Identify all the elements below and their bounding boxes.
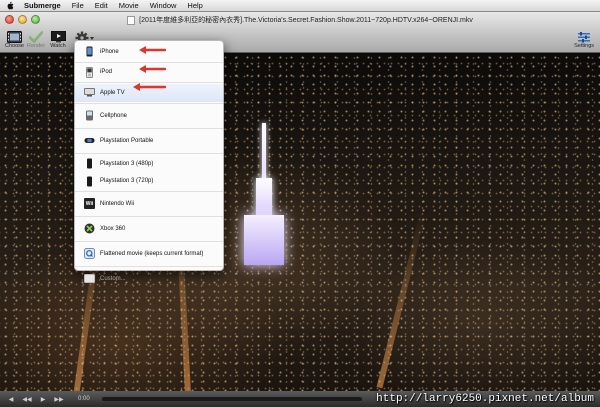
render-button[interactable]: Render xyxy=(27,30,45,49)
menu-item-label: Cellphone xyxy=(100,112,128,119)
menu-edit[interactable]: Edit xyxy=(95,1,108,10)
watch-button[interactable]: Watch xyxy=(50,30,66,49)
quicktime-icon xyxy=(84,248,95,260)
choose-button[interactable]: Choose xyxy=(5,30,24,49)
window-title-bar: [2011年度維多利亞的秘密內衣秀].The.Victoria's.Secret… xyxy=(0,12,600,28)
menu-separator xyxy=(75,190,223,192)
apple-logo-icon[interactable] xyxy=(6,1,14,10)
menu-item-psp[interactable]: Playstation Portable xyxy=(75,130,223,152)
mac-menu-bar: Submerge File Edit Movie Window Help xyxy=(0,0,600,12)
menu-file[interactable]: File xyxy=(72,1,84,10)
empire-state-building xyxy=(239,123,289,283)
psp-icon xyxy=(84,135,95,146)
menu-item-cellphone[interactable]: Cellphone xyxy=(75,105,223,127)
menu-item-flattened-movie[interactable]: Flattened movie (keeps current format) xyxy=(75,243,223,265)
menu-item-ps3-720p[interactable]: Playstation 3 (720p) xyxy=(75,172,223,190)
menu-app-submerge[interactable]: Submerge xyxy=(24,1,61,10)
menu-item-label: Flattened movie (keeps current format) xyxy=(100,250,204,257)
appletv-icon xyxy=(84,87,95,98)
minimize-window-button[interactable] xyxy=(18,15,27,24)
menu-help[interactable]: Help xyxy=(187,1,202,10)
rewind-button[interactable]: ◀◀ xyxy=(22,395,32,403)
menu-separator xyxy=(75,102,223,104)
menu-item-label: iPhone xyxy=(100,48,119,55)
ipod-icon xyxy=(84,66,95,78)
custom-icon xyxy=(84,273,95,284)
menu-movie[interactable]: Movie xyxy=(119,1,139,10)
watermark-url: http://larry6250.pixnet.net/album xyxy=(376,393,594,405)
menu-item-label: Apple TV xyxy=(100,89,125,96)
menu-item-custom[interactable]: Custom... xyxy=(75,268,223,290)
window-controls xyxy=(5,15,40,24)
render-label: Render xyxy=(27,43,46,49)
play-button[interactable]: ▶ xyxy=(38,395,48,403)
device-presets-menu: iPhone iPod Apple TV Cellphone Playstati… xyxy=(74,40,224,284)
menu-separator xyxy=(75,240,223,242)
menu-item-label: iPod xyxy=(100,69,113,76)
ps3-icon xyxy=(84,158,95,169)
menu-separator xyxy=(75,215,223,217)
annotation-arrow-iphone xyxy=(139,46,167,54)
timecode: 0:00 xyxy=(78,396,90,402)
document-proxy-icon[interactable] xyxy=(127,15,136,25)
cellphone-icon xyxy=(84,110,95,121)
annotation-arrow-ipod xyxy=(139,65,167,73)
volume-icon[interactable]: ◀ xyxy=(6,395,16,403)
menu-item-xbox-360[interactable]: Xbox 360 xyxy=(75,218,223,240)
sliders-icon xyxy=(576,30,592,43)
menu-item-label: Xbox 360 xyxy=(100,225,126,232)
xbox-icon xyxy=(84,223,95,234)
choose-label: Choose xyxy=(5,43,24,49)
playback-scrubber[interactable] xyxy=(101,397,362,401)
menu-item-ps3-480p[interactable]: Playstation 3 (480p) xyxy=(75,155,223,173)
close-window-button[interactable] xyxy=(5,15,14,24)
watch-label: Watch xyxy=(50,43,66,49)
fast-forward-button[interactable]: ▶▶ xyxy=(54,395,64,403)
menu-item-label: Custom... xyxy=(100,275,126,282)
menu-separator xyxy=(75,61,223,63)
menu-item-label: Playstation Portable xyxy=(100,137,154,144)
iphone-icon xyxy=(84,46,95,57)
menu-separator xyxy=(75,127,223,129)
menu-item-label: Nintendo Wii xyxy=(100,200,135,207)
menu-item-label: Playstation 3 (480p) xyxy=(100,160,154,167)
choose-film-icon xyxy=(6,30,22,43)
annotation-arrow-apple-tv xyxy=(133,83,167,91)
menu-window[interactable]: Window xyxy=(150,1,177,10)
menu-separator xyxy=(75,265,223,267)
ps3-icon xyxy=(84,176,95,187)
monitor-play-icon xyxy=(50,30,66,43)
settings-label: Settings xyxy=(574,43,594,49)
settings-button[interactable]: Settings xyxy=(574,30,594,49)
checkmark-icon xyxy=(28,30,44,43)
menu-item-label: Playstation 3 (720p) xyxy=(100,178,154,185)
window-title: [2011年度維多利亞的秘密內衣秀].The.Victoria's.Secret… xyxy=(139,17,473,24)
zoom-window-button[interactable] xyxy=(31,15,40,24)
menu-separator xyxy=(75,152,223,154)
menu-item-nintendo-wii[interactable]: Wii Nintendo Wii xyxy=(75,193,223,215)
wii-icon: Wii xyxy=(84,198,95,210)
